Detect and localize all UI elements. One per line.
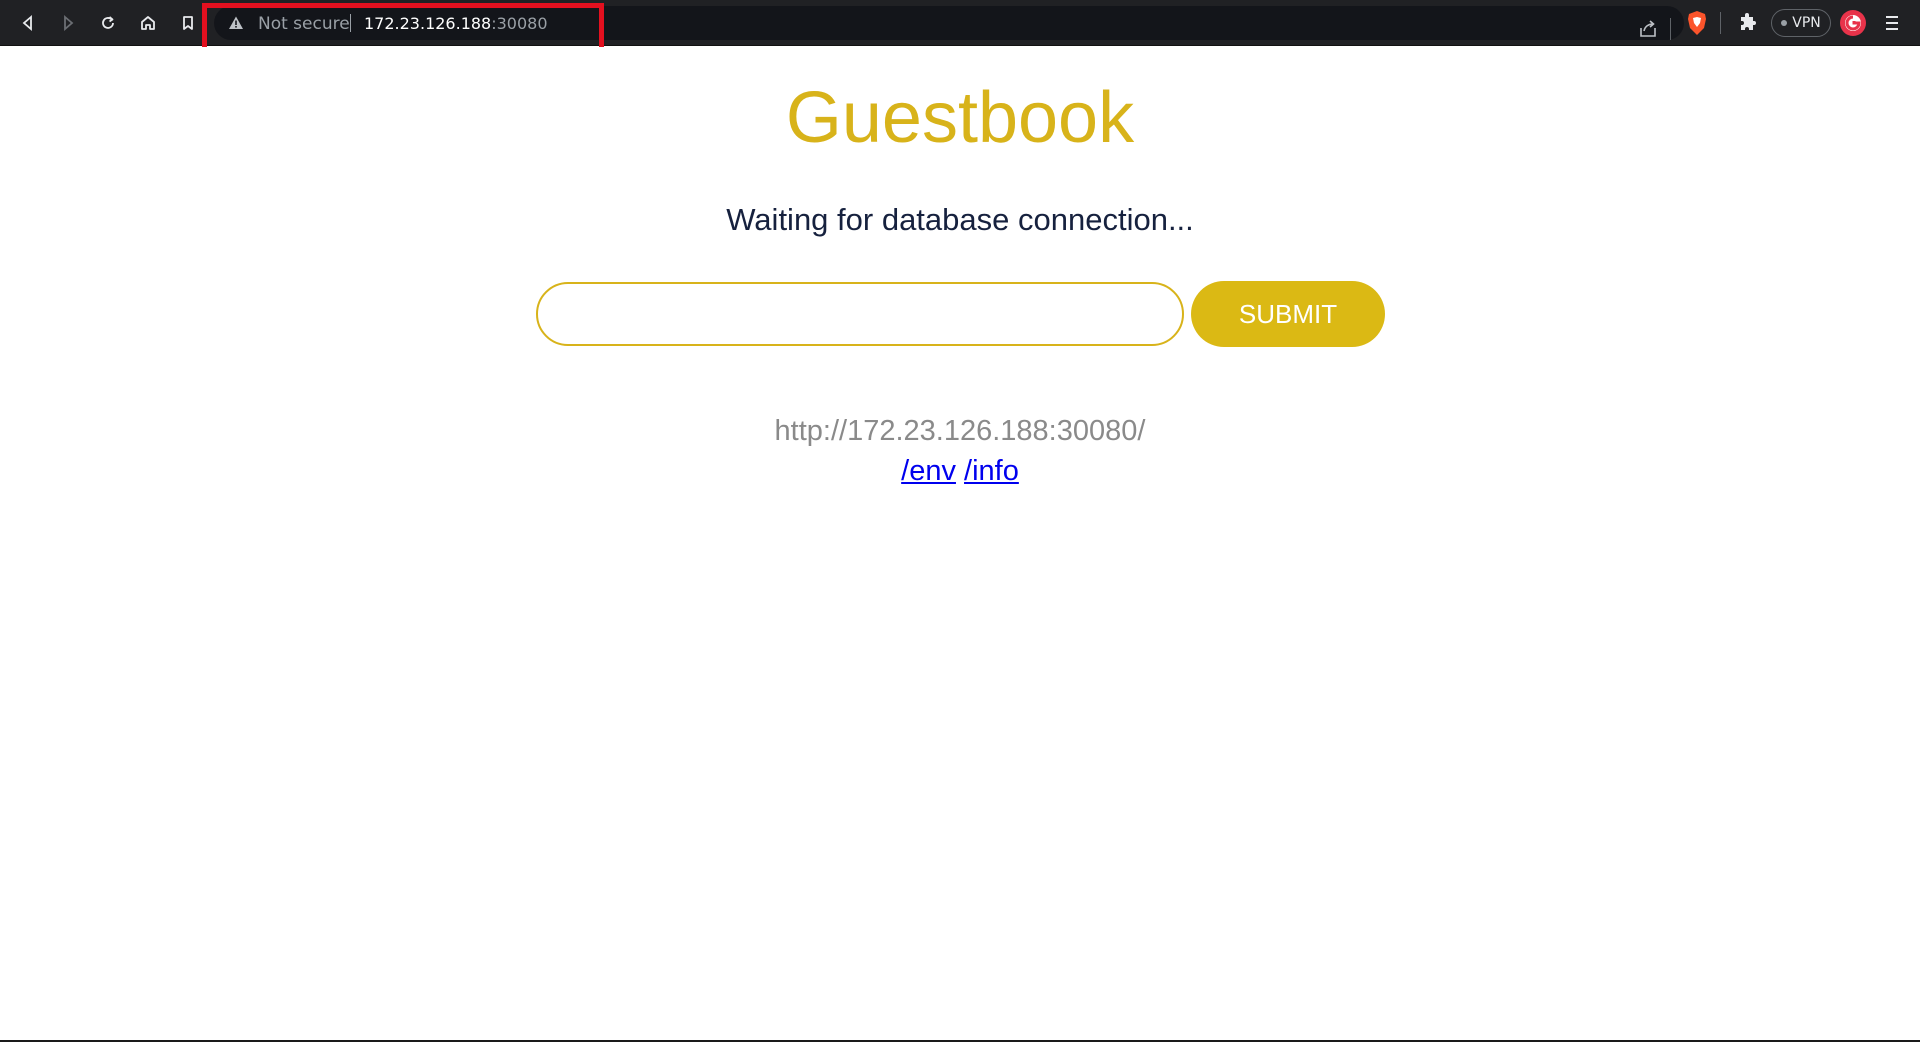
profile-avatar-icon[interactable]	[1838, 8, 1868, 38]
share-icon[interactable]	[1637, 18, 1659, 40]
env-link[interactable]: /env	[901, 455, 956, 487]
divider	[1720, 12, 1721, 34]
menu-icon[interactable]	[1880, 11, 1904, 35]
host-address: http://172.23.126.188:30080/	[774, 415, 1146, 447]
vpn-label: VPN	[1792, 15, 1821, 31]
brave-shields-icon[interactable]	[1686, 10, 1708, 36]
extensions-icon[interactable]	[1736, 11, 1760, 35]
back-icon[interactable]	[13, 8, 43, 38]
forward-icon[interactable]	[53, 8, 83, 38]
guestbook-page: Guestbook Waiting for database connectio…	[0, 47, 1920, 1042]
guestbook-entry-input[interactable]	[536, 282, 1184, 346]
status-message: Waiting for database connection...	[726, 202, 1194, 237]
links-row: /env /info	[0, 455, 1920, 488]
bookmark-icon[interactable]	[173, 8, 203, 38]
page-title: Guestbook	[785, 78, 1135, 158]
home-icon[interactable]	[133, 8, 163, 38]
submit-button[interactable]: SUBMIT	[1191, 281, 1385, 347]
vpn-button[interactable]: VPN	[1771, 9, 1831, 37]
vpn-status-icon	[1781, 20, 1788, 26]
info-link[interactable]: /info	[964, 455, 1019, 487]
reload-icon[interactable]	[93, 8, 123, 38]
divider	[1670, 18, 1671, 40]
